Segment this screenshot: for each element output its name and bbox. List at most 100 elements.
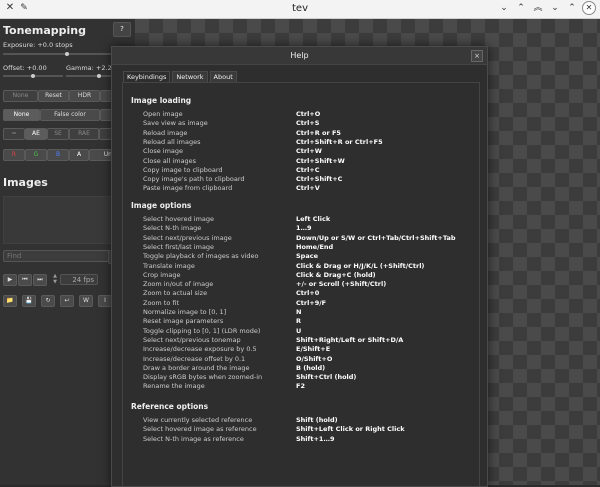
keybinding-action: Zoom to actual size [143, 289, 208, 298]
keybinding-key: Ctrl+Shift+R or Ctrl+F5 [296, 137, 383, 146]
keybinding-action: Close image [143, 147, 184, 156]
fps-spinner-icon[interactable]: ▲ ▼ [51, 273, 59, 285]
keybinding-action: Increase/decrease exposure by 0.5 [143, 345, 257, 354]
keybinding-key: Home/End [296, 242, 334, 251]
keybinding-key: +/- or Scroll (+Shift/Ctrl) [296, 280, 387, 289]
keybinding-action: Crop image [143, 270, 181, 279]
watch-button[interactable]: W [79, 295, 93, 307]
keybinding-key: Shift+Left Click or Right Click [296, 425, 405, 434]
keybinding-key: Click & Drag+C (hold) [296, 270, 376, 279]
help-tabs: Keybindings Network About [123, 71, 237, 82]
gamma-label: Gamma: +2.20 [66, 64, 116, 72]
channel-g-button[interactable]: G [25, 149, 47, 161]
info-button[interactable]: I [98, 295, 112, 307]
keybinding-key: Ctrl+W [296, 147, 322, 156]
keybinding-action: Translate image [143, 261, 195, 270]
keybinding-key: U [296, 326, 302, 335]
keep-above-icon[interactable]: ⌃ [514, 1, 528, 15]
maximize-icon[interactable]: ⌃ [565, 1, 579, 15]
keybinding-action: Normalize image to [0, 1] [143, 308, 227, 316]
close-icon[interactable]: × [471, 50, 483, 62]
keybinding-action: Zoom to fit [143, 298, 180, 307]
keybinding-key: Ctrl+9/F [296, 298, 327, 307]
help-button[interactable]: ? [113, 22, 131, 37]
keybinding-key: Ctrl+Shift+C [296, 175, 343, 184]
last-frame-button[interactable]: ⏭ [33, 274, 47, 286]
keybinding-action: Zoom in/out of image [143, 280, 214, 289]
keybinding-action: Select hovered image [143, 215, 215, 223]
channel-b-button[interactable]: B [47, 149, 69, 161]
keybinding-action: Save view as image [143, 119, 208, 128]
gamma-slider-knob[interactable] [96, 74, 101, 78]
minimize-icon[interactable]: ⌄ [548, 1, 562, 15]
tab-keybindings[interactable]: Keybindings [123, 71, 171, 82]
keybinding-key: B (hold) [296, 363, 326, 372]
false-color-button[interactable]: False color [40, 109, 100, 121]
open-folder-button[interactable]: 📁 [3, 295, 17, 307]
offset-label: Offset: +0.00 [3, 64, 47, 72]
keybinding-key: E/Shift+E [296, 345, 331, 354]
close-window-icon[interactable]: ✕ [582, 1, 596, 15]
keybinding-action: Open image [143, 110, 183, 118]
keybinding-action: Display sRGB bytes when zoomed-in [143, 373, 263, 382]
keybinding-action: Reload all images [143, 137, 201, 146]
tab-about[interactable]: About [209, 71, 237, 82]
keybinding-key: Left Click [296, 215, 331, 223]
tab-network[interactable]: Network [172, 71, 208, 82]
keybinding-key: Ctrl+R or F5 [296, 128, 341, 137]
keep-below-icon[interactable]: ⌄ [497, 1, 511, 15]
undo-button[interactable]: ↩ [60, 295, 74, 307]
keybinding-key: R [296, 317, 302, 326]
keybinding-key: Ctrl+O [296, 110, 321, 118]
first-frame-button[interactable]: ⏮ [18, 274, 32, 286]
channel-r-button[interactable]: R [3, 149, 25, 161]
keybinding-action: Copy image to clipboard [143, 165, 223, 174]
fps-field[interactable]: 24 fps [60, 274, 98, 285]
keybinding-action: Select first/last image [143, 242, 215, 251]
metric-rae-button[interactable]: RAE [69, 128, 99, 140]
images-title: Images [3, 176, 48, 189]
offset-slider-knob[interactable] [31, 74, 35, 78]
keybinding-key: O/Shift+O [296, 354, 333, 363]
section-title: Reference options [131, 402, 209, 411]
help-dialog: Help × Keybindings Network About Image l… [111, 46, 488, 487]
keybinding-action: View currently selected reference [143, 416, 253, 424]
keybinding-action: Rename the image [143, 382, 205, 391]
keybinding-action: Copy image's path to clipboard [143, 175, 245, 184]
keybinding-key: Down/Up or S/W or Ctrl+Tab/Ctrl+Shift+Ta… [296, 233, 456, 242]
channel-a-button[interactable]: A [69, 149, 89, 161]
clamp-none-button[interactable]: None [3, 90, 38, 102]
save-button[interactable]: 💾 [22, 295, 36, 307]
keybinding-action: Select N-th image [143, 224, 202, 233]
reload-button[interactable]: ↻ [41, 295, 55, 307]
section-title: Image options [131, 201, 192, 210]
shade-icon[interactable]: ︽ [531, 1, 545, 15]
keybinding-action: Draw a border around the image [143, 363, 250, 372]
metric-se-button[interactable]: SE [47, 128, 69, 140]
keybinding-key: Click & Drag or H/J/K/L (+Shift/Ctrl) [296, 261, 425, 270]
keybinding-key: Ctrl+S [296, 119, 320, 128]
keybinding-action: Select hovered image as reference [143, 425, 257, 434]
tonemap-none-button[interactable]: None [3, 109, 40, 121]
keybinding-action: Select N-th image as reference [143, 434, 244, 443]
window-controls: ⌄ ⌃ ︽ ⌄ ⌃ ✕ [497, 1, 596, 15]
keybinding-key: Ctrl+C [296, 165, 320, 174]
hdr-button[interactable]: HDR [69, 90, 100, 102]
help-dialog-header[interactable]: Help × [112, 47, 487, 65]
exposure-label: Exposure: +0.0 stops [3, 41, 73, 49]
tonemapping-title: Tonemapping [3, 24, 86, 37]
keybinding-action: Close all images [143, 156, 197, 165]
keybinding-key: 1…9 [296, 224, 312, 233]
section-title: Image loading [131, 96, 192, 105]
metric-ae-button[interactable]: AE [25, 128, 47, 140]
keybinding-key: Space [296, 252, 318, 261]
reset-button[interactable]: Reset [38, 90, 69, 102]
metric-error-button[interactable]: = [3, 128, 25, 140]
play-button[interactable]: ▶ [3, 274, 17, 286]
keybinding-key: N [296, 308, 302, 316]
help-dialog-title: Help [290, 51, 309, 60]
keybinding-action: Toggle clipping to [0, 1] (LDR mode) [143, 326, 261, 335]
keybinding-key: Shift+1…9 [296, 434, 335, 443]
exposure-slider-knob[interactable] [65, 52, 69, 56]
keybinding-key: Shift+Right/Left or Shift+D/A [296, 335, 404, 344]
